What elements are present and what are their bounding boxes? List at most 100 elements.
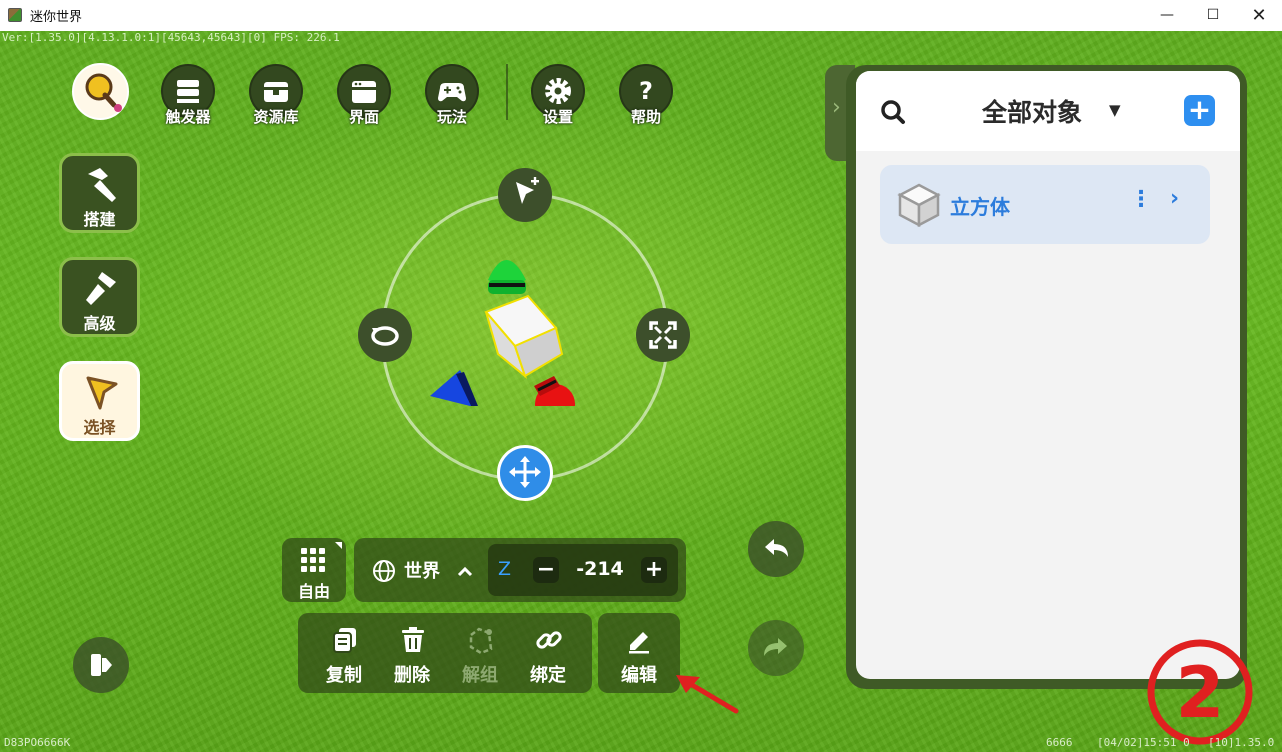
toolbar-help-button[interactable]: ? 帮助 xyxy=(611,64,681,127)
toolbar-settings-label: 设置 xyxy=(542,108,573,126)
ungroup-icon xyxy=(469,627,493,655)
delete-button[interactable]: 删除 xyxy=(378,619,446,687)
red-arrow-annotation xyxy=(676,675,739,714)
edit-label: 编辑 xyxy=(621,665,657,686)
object-filter-title[interactable]: 全部对象 xyxy=(982,93,1082,129)
side-tool-advanced[interactable]: 高级 xyxy=(59,257,140,337)
gizmo-scale-button[interactable] xyxy=(636,308,690,362)
rotate-icon xyxy=(371,326,399,346)
bind-label: 绑定 xyxy=(530,665,566,686)
gizmo-move-button[interactable] xyxy=(497,445,553,501)
version-fps-readout: Ver:[1.35.0][4.13.1.0:1][45643,45643][0]… xyxy=(2,31,340,44)
chevron-right-icon: › xyxy=(832,95,841,120)
cube-icon xyxy=(897,183,941,228)
exit-button[interactable] xyxy=(73,637,129,693)
link-icon xyxy=(536,631,562,649)
timestamp-readout: [04/02]15:51 0 xyxy=(1097,736,1190,749)
axis-value-field[interactable]: -214 xyxy=(570,558,630,580)
toolbar-gameplay-label: 玩法 xyxy=(436,108,467,126)
toolbar-resource-button[interactable]: 资源库 xyxy=(241,64,311,127)
decrement-button[interactable]: − xyxy=(533,557,559,583)
toolbar-trigger-button[interactable]: 触发器 xyxy=(153,64,223,127)
side-tool-select[interactable]: 选择 xyxy=(59,361,140,441)
side-tool-select-label: 选择 xyxy=(83,418,116,437)
selected-cube-scene[interactable] xyxy=(420,236,590,406)
toolbar-help-label: 帮助 xyxy=(630,108,661,126)
pencil-icon xyxy=(629,632,649,654)
chevron-right-icon[interactable]: › xyxy=(1170,186,1179,211)
move-icon xyxy=(509,456,541,488)
copy-icon xyxy=(333,628,356,653)
minimize-button[interactable]: — xyxy=(1144,0,1190,31)
axis-label[interactable]: Z xyxy=(498,558,511,580)
world-space-label[interactable]: 世界 xyxy=(404,557,440,583)
bind-button[interactable]: 绑定 xyxy=(514,619,582,687)
free-mode-button[interactable]: 自由 xyxy=(282,538,346,602)
close-button[interactable]: ✕ xyxy=(1236,0,1282,31)
game-viewport[interactable]: Ver:[1.35.0][4.13.1.0:1][45643,45643][0]… xyxy=(0,31,1282,752)
coordinate-bar: 世界 Z − -214 + xyxy=(354,538,686,602)
green-axis-handle[interactable] xyxy=(488,260,526,294)
object-list-item[interactable]: 立方体 ⋮ › xyxy=(880,165,1210,244)
object-panel: 全部对象 ▼ + 立方体 ⋮ › xyxy=(856,71,1240,679)
device-id-readout: D83PO6666K xyxy=(4,736,71,749)
blue-axis-handle[interactable] xyxy=(430,370,478,406)
ungroup-label: 解组 xyxy=(462,665,498,686)
action-bar: 复制 删除 解组 绑定 xyxy=(298,613,592,693)
toolbar-resource-label: 资源库 xyxy=(253,108,299,126)
undo-button[interactable] xyxy=(748,521,804,577)
copy-label: 复制 xyxy=(326,665,362,686)
add-object-button[interactable]: + xyxy=(1184,95,1215,126)
room-id-readout: 6666 xyxy=(1046,736,1073,749)
svg-text:?: ? xyxy=(639,77,653,105)
more-options-icon[interactable]: ⋮ xyxy=(1130,187,1152,212)
maximize-button[interactable]: ☐ xyxy=(1190,0,1236,31)
search-icon[interactable] xyxy=(880,99,906,125)
toolbar-settings-button[interactable]: 设置 xyxy=(523,64,593,127)
redo-icon xyxy=(764,638,787,656)
undo-icon xyxy=(765,539,788,557)
exit-door-icon xyxy=(91,654,112,676)
toolbar-ui-label: 界面 xyxy=(348,108,379,126)
step-number-annotation: 2 xyxy=(1147,639,1253,745)
axis-value-group: Z − -214 + xyxy=(488,544,678,596)
free-mode-label: 自由 xyxy=(297,582,330,601)
gizmo-add-button[interactable] xyxy=(498,168,552,222)
trash-icon xyxy=(402,627,424,652)
grid-icon xyxy=(301,548,325,572)
red-axis-handle[interactable] xyxy=(534,376,575,406)
scale-icon xyxy=(649,321,677,349)
cube-model[interactable] xyxy=(484,294,564,379)
add-cursor-icon xyxy=(516,177,539,204)
advanced-hammer-icon xyxy=(86,272,116,305)
lightbulb-avatar-icon xyxy=(85,73,122,112)
app-icon xyxy=(8,8,22,22)
object-name: 立方体 xyxy=(950,195,1010,219)
toolbar-trigger-label: 触发器 xyxy=(165,108,211,126)
step-number: 2 xyxy=(1176,652,1225,734)
side-tool-build-label: 搭建 xyxy=(83,210,116,229)
corner-indicator xyxy=(335,542,342,549)
select-cursor-icon xyxy=(86,376,118,410)
side-tool-build[interactable]: 搭建 xyxy=(59,153,140,233)
edit-button[interactable]: 编辑 xyxy=(598,613,680,693)
window-titlebar: 迷你世界 — ☐ ✕ xyxy=(0,0,1282,32)
increment-button[interactable]: + xyxy=(641,557,667,583)
copy-button[interactable]: 复制 xyxy=(310,619,378,687)
avatar-button[interactable] xyxy=(72,63,129,120)
client-version-readout: [10]1.35.0 xyxy=(1208,736,1275,749)
chevron-up-icon[interactable] xyxy=(456,564,474,578)
object-panel-header: 全部对象 ▼ + xyxy=(856,71,1240,151)
ungroup-button[interactable]: 解组 xyxy=(446,619,514,687)
window-title: 迷你世界 xyxy=(30,10,83,25)
toolbar-divider xyxy=(506,64,508,120)
globe-icon xyxy=(373,560,395,582)
hammer-icon xyxy=(88,168,116,202)
toolbar-ui-button[interactable]: 界面 xyxy=(329,64,399,127)
side-tool-advanced-label: 高级 xyxy=(83,314,116,333)
delete-label: 删除 xyxy=(394,665,430,686)
chevron-down-icon[interactable]: ▼ xyxy=(1109,101,1121,119)
gizmo-rotate-button[interactable] xyxy=(358,308,412,362)
redo-button[interactable] xyxy=(748,620,804,676)
toolbar-gameplay-button[interactable]: 玩法 xyxy=(417,64,487,127)
